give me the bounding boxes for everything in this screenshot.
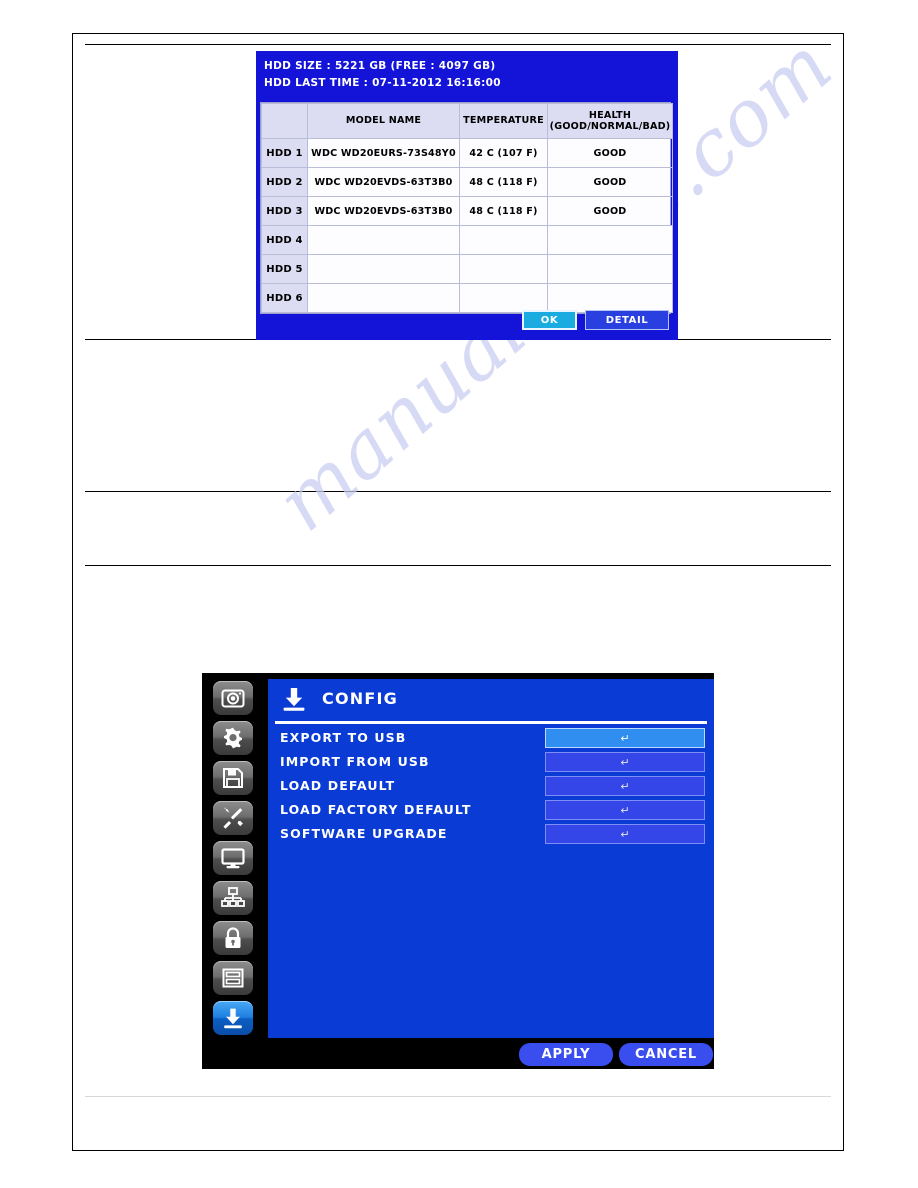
row-id: HDD 4	[261, 225, 308, 255]
hdd-table-container: MODEL NAME TEMPERATURE HEALTH (GOOD/NORM…	[260, 102, 673, 314]
row-model: WDC WD20EVDS-63T3B0	[307, 196, 460, 226]
section-rule-2	[85, 491, 831, 492]
row-temperature	[459, 225, 548, 255]
sidebar-item-tools[interactable]	[213, 801, 253, 835]
sidebar-item-display[interactable]	[213, 841, 253, 875]
menu-label: LOAD FACTORY DEFAULT	[280, 802, 472, 817]
sidebar-item-config[interactable]	[213, 1001, 253, 1035]
menu-enter-button[interactable]: ↵	[545, 824, 705, 844]
osd-footer: APPLY CANCEL	[202, 1039, 714, 1069]
hdd-info-dialog: HDD SIZE : 5221 GB (FREE : 4097 GB) HDD …	[256, 51, 678, 340]
table-row: HDD 4	[261, 225, 673, 255]
col-header-health-line2: (GOOD/NORMAL/BAD)	[549, 121, 671, 132]
col-header-health-line1: HEALTH	[588, 109, 632, 121]
menu-row-load-factory-default[interactable]: LOAD FACTORY DEFAULT ↵	[268, 799, 714, 823]
row-temperature	[459, 254, 548, 284]
row-id: HDD 5	[261, 254, 308, 284]
menu-enter-button[interactable]: ↵	[545, 752, 705, 772]
menu-enter-button[interactable]: ↵	[545, 800, 705, 820]
camera-icon	[221, 688, 245, 709]
row-id: HDD 2	[261, 167, 308, 197]
col-header-health: HEALTH (GOOD/NORMAL/BAD)	[547, 103, 673, 139]
row-temperature: 42 C (107 F)	[459, 138, 548, 168]
sidebar-item-storage[interactable]	[213, 961, 253, 995]
floppy-disk-icon	[222, 767, 244, 789]
lock-icon	[223, 926, 243, 950]
tools-icon	[221, 806, 245, 830]
footer-rule	[85, 1096, 831, 1097]
hdd-size-line: HDD SIZE : 5221 GB (FREE : 4097 GB)	[264, 60, 496, 72]
header-rule	[85, 44, 831, 45]
storage-icon	[222, 967, 244, 989]
sidebar-item-record[interactable]	[213, 761, 253, 795]
row-id: HDD 3	[261, 196, 308, 226]
table-row: HDD 1 WDC WD20EURS-73S48Y0 42 C (107 F) …	[261, 138, 673, 168]
row-health: GOOD	[547, 196, 673, 226]
menu-label: LOAD DEFAULT	[280, 778, 396, 793]
hdd-summary: HDD SIZE : 5221 GB (FREE : 4097 GB) HDD …	[256, 51, 678, 96]
table-row: HDD 5	[261, 254, 673, 284]
osd-sidebar	[202, 673, 264, 1069]
hdd-dialog-buttons: OK DETAIL	[256, 307, 678, 339]
menu-row-software-upgrade[interactable]: SOFTWARE UPGRADE ↵	[268, 823, 714, 847]
menu-row-load-default[interactable]: LOAD DEFAULT ↵	[268, 775, 714, 799]
section-rule-3	[85, 565, 831, 566]
hdd-table: MODEL NAME TEMPERATURE HEALTH (GOOD/NORM…	[261, 103, 673, 313]
menu-enter-button[interactable]: ↵	[545, 776, 705, 796]
row-id: HDD 1	[261, 138, 308, 168]
apply-button[interactable]: APPLY	[519, 1043, 613, 1066]
osd-title: CONFIG	[322, 689, 398, 708]
osd-menu-list: EXPORT TO USB ↵ IMPORT FROM USB ↵ LOAD D…	[268, 727, 714, 847]
osd-title-divider	[275, 721, 707, 724]
col-header-temperature: TEMPERATURE	[459, 103, 548, 139]
config-download-icon	[280, 686, 308, 713]
row-temperature: 48 C (118 F)	[459, 196, 548, 226]
menu-enter-button[interactable]: ↵	[545, 728, 705, 748]
menu-label: SOFTWARE UPGRADE	[280, 826, 448, 841]
menu-row-export-to-usb[interactable]: EXPORT TO USB ↵	[268, 727, 714, 751]
table-row: HDD 3 WDC WD20EVDS-63T3B0 48 C (118 F) G…	[261, 196, 673, 226]
row-health: GOOD	[547, 167, 673, 197]
table-row: HDD 2 WDC WD20EVDS-63T3B0 48 C (118 F) G…	[261, 167, 673, 197]
table-header-row: MODEL NAME TEMPERATURE HEALTH (GOOD/NORM…	[261, 103, 673, 139]
sidebar-item-security[interactable]	[213, 921, 253, 955]
col-header-id	[261, 103, 308, 139]
menu-label: EXPORT TO USB	[280, 730, 407, 745]
cancel-button[interactable]: CANCEL	[619, 1043, 713, 1066]
col-header-model: MODEL NAME	[307, 103, 460, 139]
row-model	[307, 254, 460, 284]
config-download-icon	[221, 1007, 245, 1030]
hdd-last-time-line: HDD LAST TIME : 07-11-2012 16:16:00	[264, 77, 501, 89]
row-model: WDC WD20EURS-73S48Y0	[307, 138, 460, 168]
row-model	[307, 225, 460, 255]
row-health: GOOD	[547, 138, 673, 168]
sidebar-item-camera[interactable]	[213, 681, 253, 715]
config-osd-dialog: CONFIG EXPORT TO USB ↵ IMPORT FROM USB ↵…	[202, 673, 714, 1069]
detail-button[interactable]: DETAIL	[585, 310, 669, 330]
osd-title-row: CONFIG	[268, 679, 714, 719]
sidebar-item-network[interactable]	[213, 881, 253, 915]
sidebar-item-system[interactable]	[213, 721, 253, 755]
network-icon	[221, 887, 245, 909]
osd-panel: CONFIG EXPORT TO USB ↵ IMPORT FROM USB ↵…	[268, 679, 714, 1038]
menu-row-import-from-usb[interactable]: IMPORT FROM USB ↵	[268, 751, 714, 775]
row-health	[547, 254, 673, 284]
row-temperature: 48 C (118 F)	[459, 167, 548, 197]
gear-icon	[221, 726, 245, 750]
row-health	[547, 225, 673, 255]
ok-button[interactable]: OK	[522, 310, 577, 330]
menu-label: IMPORT FROM USB	[280, 754, 430, 769]
row-model: WDC WD20EVDS-63T3B0	[307, 167, 460, 197]
monitor-icon	[221, 847, 245, 869]
